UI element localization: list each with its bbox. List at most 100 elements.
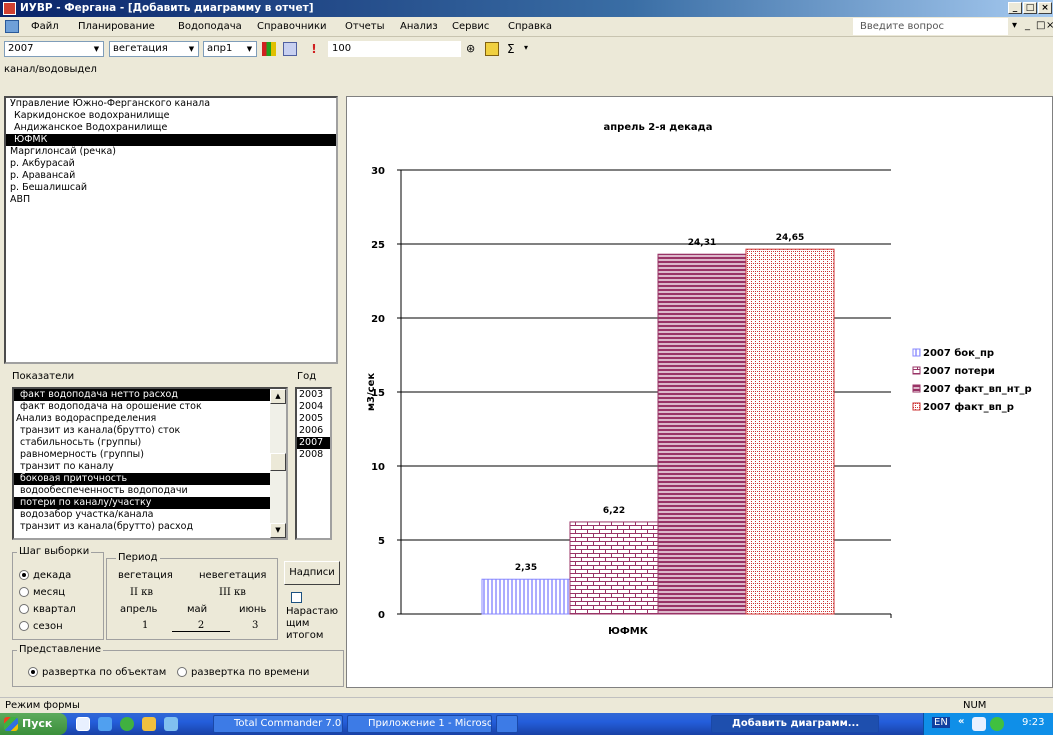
list-item[interactable]: 2005: [297, 413, 330, 425]
chevron-down-icon[interactable]: ▼: [91, 43, 102, 55]
list-item[interactable]: 2004: [297, 401, 330, 413]
menu-reports[interactable]: Отчеты: [345, 21, 384, 32]
help-search-input[interactable]: Введите вопрос: [853, 18, 1008, 35]
chevron-down-icon[interactable]: ▼: [244, 43, 255, 55]
labels-button[interactable]: Надписи: [284, 561, 340, 585]
task-word[interactable]: Приложение 1 - Microso...: [347, 715, 492, 733]
indicators-list[interactable]: факт водоподача нетто расход факт водопо…: [12, 387, 288, 540]
chart-svg: апрель 2-я декадам3/сек0510152025302,356…: [366, 122, 1032, 637]
table-icon[interactable]: [283, 42, 297, 56]
list-item[interactable]: 2003: [297, 389, 330, 401]
doc-minimize-button[interactable]: _: [1025, 20, 1030, 31]
list-item-selected[interactable]: 2007: [297, 437, 330, 449]
indicators-scrollbar[interactable]: ▲ ▼: [270, 389, 286, 538]
period-neveg[interactable]: невегетация: [199, 570, 266, 581]
month-combo[interactable]: апр1 ▼: [203, 41, 257, 57]
period-q2[interactable]: II кв: [130, 587, 153, 598]
list-item[interactable]: р. Аравансай: [6, 170, 336, 182]
list-item[interactable]: водозабор участка/канала: [14, 509, 286, 521]
radio-season[interactable]: [19, 621, 29, 631]
period-april[interactable]: апрель: [120, 604, 157, 615]
list-item[interactable]: Анализ водораспределения: [14, 413, 286, 425]
menu-file[interactable]: Файл: [31, 21, 59, 32]
list-item-selected[interactable]: потери по каналу/участку: [14, 497, 286, 509]
binoculars-icon[interactable]: ⊛: [466, 42, 480, 56]
list-item[interactable]: р. Акбурасай: [6, 158, 336, 170]
explorer-icon[interactable]: [142, 717, 156, 731]
list-item[interactable]: транзит по каналу: [14, 461, 286, 473]
tray-expand-icon[interactable]: «: [958, 716, 964, 727]
task-total-commander[interactable]: Total Commander 7.0 pu...: [213, 715, 343, 733]
sigma-icon[interactable]: Σ: [507, 42, 515, 56]
cumulative-checkbox[interactable]: [291, 592, 302, 603]
list-item[interactable]: транзит из канала(брутто) сток: [14, 425, 286, 437]
year-combo[interactable]: 2007 ▼: [4, 41, 104, 57]
exclamation-icon[interactable]: !: [307, 42, 321, 56]
chart-color-icon[interactable]: [262, 42, 276, 56]
years-list[interactable]: 2003 2004 2005 2006 2007 2008: [295, 387, 332, 540]
menu-water-supply[interactable]: Водоподача: [178, 21, 242, 32]
radio-quarter[interactable]: [19, 604, 29, 614]
period-decade-3[interactable]: 3: [252, 620, 258, 631]
tray-icon[interactable]: [972, 717, 986, 731]
windows-logo-icon: [4, 717, 18, 731]
minimize-button[interactable]: _: [1008, 2, 1022, 14]
task-add-chart[interactable]: Добавить диаграмм...: [711, 715, 879, 733]
radio-month[interactable]: [19, 587, 29, 597]
list-item[interactable]: Управление Южно-Ферганского канала: [6, 98, 336, 110]
menu-service[interactable]: Сервис: [452, 21, 489, 32]
close-button[interactable]: ×: [1038, 2, 1052, 14]
list-item[interactable]: 2006: [297, 425, 330, 437]
period-veg[interactable]: вегетация: [118, 570, 173, 581]
list-item[interactable]: Маргилонсай (речка): [6, 146, 336, 158]
doc-restore-button[interactable]: □: [1036, 20, 1045, 31]
doc-close-button[interactable]: ×: [1046, 20, 1053, 31]
chevron-down-icon[interactable]: ▼: [186, 43, 197, 55]
list-item[interactable]: Андижанское Водохранилище: [6, 122, 336, 134]
period-q3[interactable]: III кв: [219, 587, 246, 598]
edit-icon[interactable]: [485, 42, 499, 56]
ie-icon[interactable]: [98, 717, 112, 731]
list-item[interactable]: 2008: [297, 449, 330, 461]
zoom-field[interactable]: 100: [328, 41, 461, 57]
desktop-icon[interactable]: [76, 717, 90, 731]
start-button[interactable]: Пуск: [0, 713, 67, 735]
list-item[interactable]: стабильносьть (группы): [14, 437, 286, 449]
period-decade-2[interactable]: 2: [172, 620, 230, 632]
list-item-selected[interactable]: боковая приточность: [14, 473, 286, 485]
toolbar-options-icon[interactable]: ▾: [524, 43, 528, 52]
menu-help[interactable]: Справка: [508, 21, 552, 32]
list-item[interactable]: равномерность (группы): [14, 449, 286, 461]
help-dropdown-icon[interactable]: ▾: [1012, 20, 1017, 31]
scroll-up-icon[interactable]: ▲: [270, 389, 286, 404]
media-icon[interactable]: [120, 717, 134, 731]
tray-icon[interactable]: [990, 717, 1004, 731]
menu-analysis[interactable]: Анализ: [400, 21, 438, 32]
indicators-header: Показатели: [12, 371, 75, 382]
period-may[interactable]: май: [187, 604, 207, 615]
language-indicator[interactable]: EN: [932, 717, 950, 728]
task-access[interactable]: [496, 715, 518, 733]
list-item[interactable]: транзит из канала(брутто) расход: [14, 521, 286, 533]
list-item[interactable]: р. Бешалишсай: [6, 182, 336, 194]
radio-decade[interactable]: [19, 570, 29, 580]
scroll-thumb[interactable]: [270, 453, 286, 471]
period-june[interactable]: июнь: [239, 604, 266, 615]
app-quick-icon[interactable]: [164, 717, 178, 731]
period-decade-1[interactable]: 1: [142, 620, 148, 631]
list-item[interactable]: водообеспеченность водоподачи: [14, 485, 286, 497]
radio-by-objects[interactable]: [28, 667, 38, 677]
list-item[interactable]: Каркидонское водохранилище: [6, 110, 336, 122]
list-item-selected[interactable]: ЮФМК: [6, 134, 336, 146]
y-tick-label: 25: [371, 240, 385, 251]
list-item[interactable]: факт водоподача на орошение сток: [14, 401, 286, 413]
scroll-down-icon[interactable]: ▼: [270, 523, 286, 538]
maximize-button[interactable]: □: [1023, 2, 1037, 14]
menu-planning[interactable]: Планирование: [78, 21, 155, 32]
radio-by-time[interactable]: [177, 667, 187, 677]
list-item[interactable]: АВП: [6, 194, 336, 206]
objects-list[interactable]: Управление Южно-Ферганского канала Карки…: [4, 96, 338, 364]
menu-references[interactable]: Справочники: [257, 21, 327, 32]
list-item-selected[interactable]: факт водоподача нетто расход: [14, 389, 286, 401]
period-combo[interactable]: вегетация ▼: [109, 41, 199, 57]
